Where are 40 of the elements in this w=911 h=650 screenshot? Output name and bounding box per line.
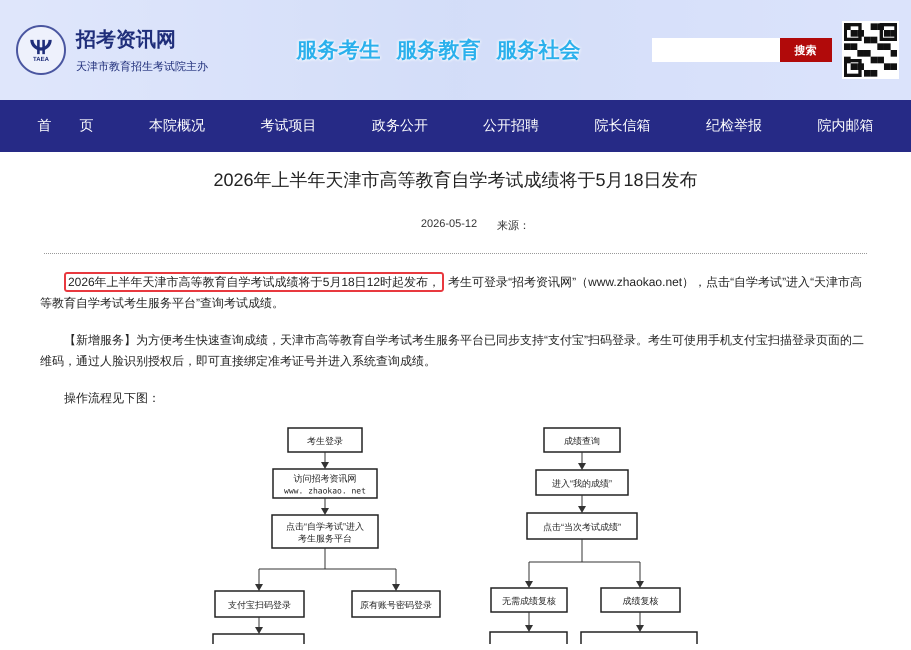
slogan-text: 服务考生	[296, 38, 380, 64]
source-label: 来源：	[497, 219, 530, 233]
sponsor-text: 天津市教育招生考试院主办	[76, 60, 208, 74]
flow-arrow	[321, 498, 329, 515]
nav-link[interactable]: 首 页	[38, 117, 94, 135]
flow-node: 成绩查询	[543, 427, 621, 453]
slogan-text: 服务教育	[396, 37, 480, 64]
flow-node: 支付宝扫码登录	[214, 590, 305, 618]
nav-link[interactable]: 公开招聘	[483, 117, 540, 135]
flow-node: 点击“当次考试成绩”	[526, 512, 638, 540]
paragraph: 操作流程见下图：	[63, 390, 161, 407]
nav-link[interactable]: 纪检举报	[706, 117, 762, 135]
search-button[interactable]: 搜索	[780, 38, 832, 62]
nav-link[interactable]: 院内邮箱	[817, 117, 874, 135]
flow-arrow	[578, 452, 586, 470]
nav-link[interactable]: 院长信箱	[594, 117, 651, 135]
nav-link[interactable]: 考试项目	[260, 117, 316, 135]
nav-link[interactable]: 本院概况	[149, 117, 206, 135]
flow-node: 无需成绩复核	[490, 587, 568, 613]
slogan-text: 服务社会	[496, 38, 580, 64]
qr-code-icon	[842, 21, 899, 79]
publish-date: 2026-05-12	[420, 218, 478, 232]
nav-link[interactable]: 政务公开	[372, 117, 428, 135]
flow-node: 进入“我的成绩”	[535, 469, 629, 496]
flow-arrow	[525, 612, 533, 632]
flow-arrow	[321, 452, 329, 469]
emblem-mark-icon	[28, 37, 54, 57]
paragraph: 【新增服务】为方便考生快速查询成绩，天津市高等教育自学考试考生服务平台已同步支持“支付宝”扫码登录。考生可使用手机支付宝扫描登录页面的二维码，通过人脸识别授权后，即可直接绑定准考证号并进入系统查询成绩。	[40, 332, 865, 370]
flow-node: 点击“自学考试”进入 考生服务平台	[271, 514, 379, 549]
flow-node: 原有账号密码登录	[351, 590, 441, 618]
search-field[interactable]	[652, 38, 780, 62]
paragraph: 2026年上半年天津市高等教育自学考试成绩将于5月18日12时起发布， 考生可登录“招考资讯网”（www.zhaokao.net），点击“自学考试”进入“天津市高等教育自学考试考生服务平台”查询考试成绩。	[40, 272, 871, 314]
site-name: 招考资讯网	[76, 28, 177, 53]
flow-arrow	[578, 494, 586, 513]
article-title: 2026年上半年天津市高等教育自学考试成绩将于5月18日发布	[212, 169, 699, 192]
flow-arrow	[255, 616, 263, 634]
flow-node: 成绩复核	[600, 587, 681, 613]
flow-node: 访问招考资讯网 www. zhaokao. net	[272, 468, 378, 499]
flow-arrow	[636, 612, 644, 632]
flow-node: 考生登录	[287, 427, 363, 453]
